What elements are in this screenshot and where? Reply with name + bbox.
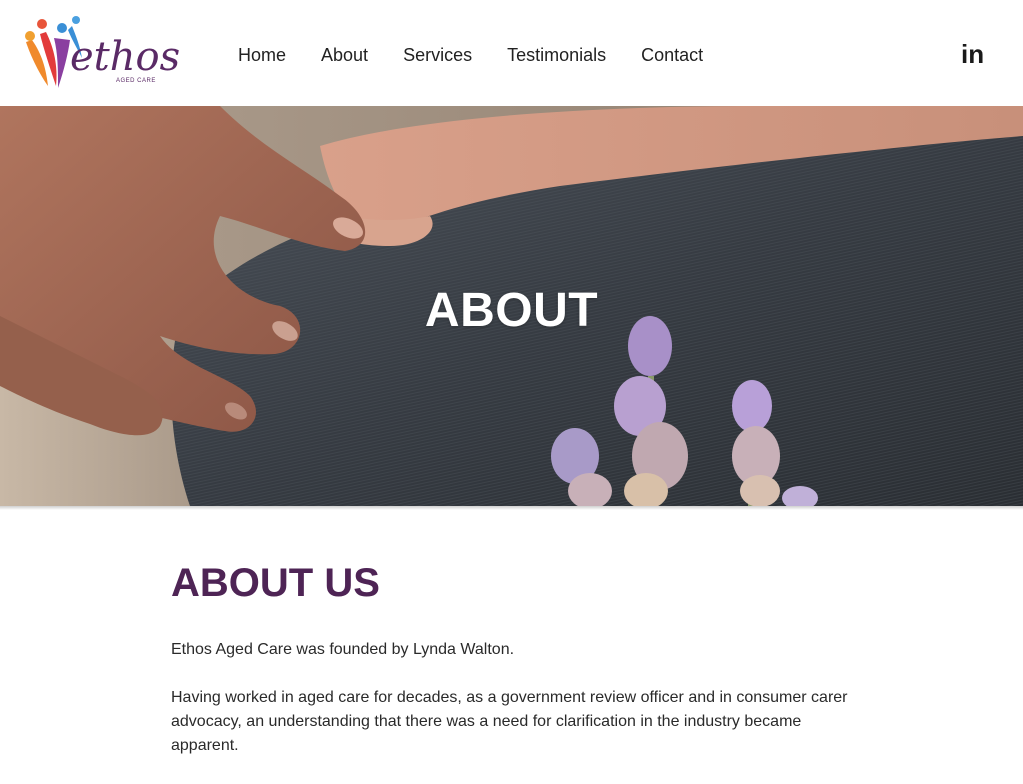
linkedin-icon-text: in [961, 39, 984, 68]
hero-divider [0, 506, 1023, 510]
main-nav: Home About Services Testimonials Contact [238, 44, 738, 66]
about-heading: ABOUT US [171, 561, 380, 605]
hero-banner: ABOUT [0, 106, 1023, 506]
logo-tagline: AGED CARE [116, 78, 156, 84]
nav-contact[interactable]: Contact [641, 44, 703, 66]
nav-testimonials[interactable]: Testimonials [507, 44, 606, 66]
about-paragraph: Having worked in aged care for decades, … [171, 689, 848, 754]
ethos-logo[interactable]: ethos AGED CARE [18, 14, 190, 92]
site-header: ethos AGED CARE Home About Services Test… [0, 0, 1023, 106]
linkedin-icon[interactable]: in [958, 38, 988, 69]
hero-title: ABOUT [424, 284, 599, 337]
nav-about[interactable]: About [321, 44, 368, 66]
logo-wordmark: ethos [70, 34, 180, 80]
about-paragraph: Ethos Aged Care was founded by Lynda Wal… [171, 641, 515, 658]
nav-services[interactable]: Services [403, 44, 472, 66]
nav-home[interactable]: Home [238, 44, 286, 66]
about-content: ABOUT US Ethos Aged Care was founded by … [171, 560, 871, 782]
ethos-logo-graphic: ethos AGED CARE [25, 16, 180, 88]
